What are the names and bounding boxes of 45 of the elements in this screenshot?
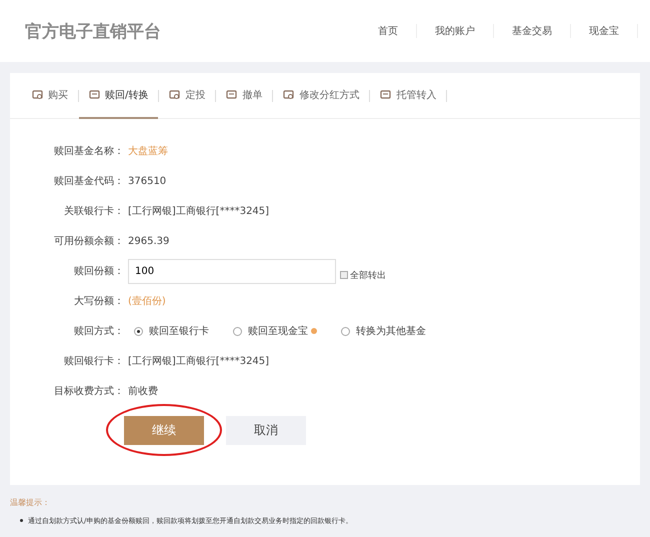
bullet-icon xyxy=(20,519,23,522)
field-value: 大盘蓝筹 xyxy=(128,144,168,158)
field-label: 赎回方式： xyxy=(73,324,124,338)
field-label: 赎回份额： xyxy=(73,264,124,278)
tab[interactable]: 撤单 xyxy=(216,72,272,118)
nav-link[interactable]: 我的账户 xyxy=(417,24,494,38)
tab[interactable]: 托管转入 xyxy=(370,72,446,118)
tab[interactable]: 修改分红方式 xyxy=(273,72,370,118)
nav-link[interactable]: 基金交易 xyxy=(494,24,571,38)
tab[interactable]: 定投 xyxy=(159,72,216,118)
tab[interactable]: 购买 xyxy=(22,72,78,118)
tab[interactable]: 赎回/转换 xyxy=(79,72,158,118)
checkbox[interactable] xyxy=(340,271,348,279)
field-value: (壹佰份) xyxy=(128,294,166,308)
field-label: 赎回基金名称： xyxy=(53,144,124,158)
field-label: 大写份额： xyxy=(73,294,124,308)
radio-icon[interactable] xyxy=(233,326,242,336)
tips-title: 温馨提示： xyxy=(10,497,51,508)
field-value: 2965.39 xyxy=(128,236,170,246)
input-field[interactable]: 100 xyxy=(128,258,336,284)
field-value: [工行网银]工商银行[****3245] xyxy=(128,204,270,218)
field-value: [工行网银]工商银行[****3245] xyxy=(128,354,270,368)
site-logo: 官方电子直销平台 xyxy=(25,20,161,42)
tab-icon xyxy=(32,89,43,100)
tab-icon xyxy=(380,89,392,100)
field-label: 关联银行卡： xyxy=(63,204,124,218)
radio-option[interactable]: 赎回至银行卡 xyxy=(134,324,209,338)
radio-icon[interactable] xyxy=(134,326,143,336)
tab-icon xyxy=(169,89,180,100)
checkbox-label[interactable]: 全部转出 xyxy=(340,268,386,282)
field-value: 376510 xyxy=(128,176,166,186)
nav-link[interactable]: 现金宝 xyxy=(571,24,638,38)
field-label: 目标收费方式： xyxy=(53,384,124,398)
cancel-button[interactable]: 取消 xyxy=(226,416,306,445)
radio-option[interactable]: 转换为其他基金 xyxy=(341,324,426,338)
field-label: 可用份额余额： xyxy=(53,234,124,248)
radio-icon[interactable] xyxy=(341,326,350,336)
radio-option[interactable]: 赎回至现金宝 xyxy=(233,324,317,338)
field-label: 赎回银行卡： xyxy=(63,354,124,368)
tab-icon xyxy=(89,89,100,100)
tab-icon xyxy=(283,89,294,100)
field-value: 前收费 xyxy=(128,384,158,398)
field-label: 赎回基金代码： xyxy=(53,174,124,188)
tab-icon xyxy=(226,89,238,100)
nav-link[interactable]: 首页 xyxy=(360,24,417,38)
